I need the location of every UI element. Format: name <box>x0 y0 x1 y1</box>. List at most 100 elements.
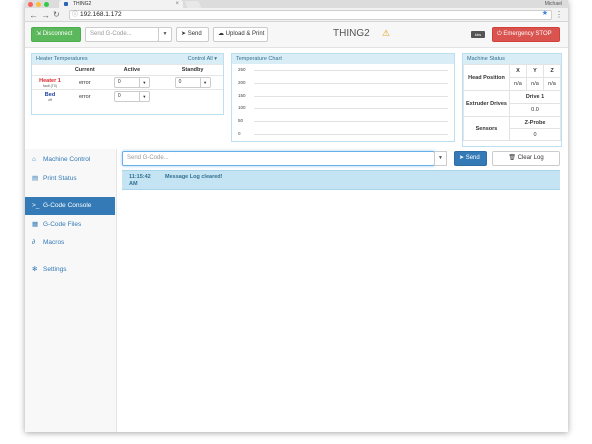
clear-log-label: Clear Log <box>517 155 544 161</box>
heater-active-cell: 0 ▼ <box>101 89 163 104</box>
control-all-dropdown[interactable]: Control All ▾ <box>188 54 217 64</box>
heater-state: fault (T0) <box>42 83 57 88</box>
sensors-label: Sensors <box>463 116 510 141</box>
link-icon: ∂ <box>32 239 36 246</box>
temp-chart-title: Temperature Chart <box>236 56 282 62</box>
heater-col-header: Standby <box>162 64 223 76</box>
console-send-button[interactable]: ➤ Send <box>454 151 487 166</box>
sidebar-item-macros[interactable]: ∂ Macros <box>25 234 115 252</box>
standby-temp-value: 0 <box>178 79 182 85</box>
sidebar-item-machine-control[interactable]: ⌂ Machine Control <box>25 151 115 169</box>
zprobe-label: Z-Probe <box>509 116 561 129</box>
axis-value: n/a <box>543 77 561 91</box>
app-topbar: ⇲ Disconnect Send G-Code... ▼ ➤ Send ☁ U… <box>25 22 568 48</box>
back-arrow-icon[interactable]: ← <box>29 9 38 21</box>
temperature-chart: 250 200 150 100 50 0 <box>232 64 454 141</box>
axis-value: n/a <box>526 77 544 91</box>
caret-down-icon[interactable]: ▼ <box>138 92 149 102</box>
sidebar-item-label: G-Code Console <box>43 202 92 209</box>
standby-temp-input[interactable]: 0 ▼ <box>174 77 211 88</box>
active-temp-value: 0 <box>117 79 121 85</box>
gridline <box>254 108 448 110</box>
y-tick-label: 50 <box>238 118 244 124</box>
y-tick-label: 100 <box>238 105 246 111</box>
window-controls <box>28 0 49 8</box>
gridline <box>254 121 448 123</box>
gcode-history-dropdown[interactable]: ▼ <box>158 27 172 42</box>
console-send-label: Send <box>465 155 480 161</box>
drive-label: Drive 1 <box>509 90 561 104</box>
heater-col-header <box>32 64 68 76</box>
address-bar[interactable]: ⓘ 192.168.1.172 ★ <box>69 10 552 20</box>
sidebar-item-gcode-files[interactable]: ▦ G-Code Files <box>25 216 115 234</box>
close-tab-icon[interactable]: × <box>175 0 179 8</box>
active-temp-input[interactable]: 0 ▼ <box>113 77 150 88</box>
sidebar-item-gcode-console[interactable]: >_ G-Code Console <box>25 197 115 215</box>
clear-log-button[interactable]: 🗑 Clear Log <box>492 151 560 166</box>
console-history-dropdown[interactable]: ▼ <box>434 151 447 166</box>
browser-tab-title: THING2 <box>73 1 92 7</box>
caret-down-icon[interactable]: ▼ <box>199 78 210 87</box>
heater-name-cell[interactable]: Bed off <box>32 89 68 104</box>
machine-status-panel: Machine Status Head Position X Y Z n/a n… <box>462 53 562 147</box>
sidebar-item-label: Print Status <box>43 175 77 182</box>
extruder-drives-label: Extruder Drives <box>463 90 510 117</box>
disconnect-button[interactable]: ⇲ Disconnect <box>31 27 81 42</box>
browser-user[interactable]: Michael <box>545 0 562 8</box>
sidebar: ⌂ Machine Control ▤ Print Status >_ G-Code … <box>25 149 117 432</box>
maximize-window-icon[interactable] <box>44 1 49 7</box>
heater-panel-title: Heater Temperatures <box>36 56 88 62</box>
y-tick-label: 200 <box>238 79 246 85</box>
upload-icon: ☁ <box>218 31 226 37</box>
heater-active-cell: 0 ▼ <box>101 75 163 90</box>
forward-arrow-icon[interactable]: → <box>41 9 50 21</box>
browser-tab-strip: THING2 × Michael <box>25 0 568 8</box>
gridline <box>254 82 448 84</box>
heater-col-header: Active <box>101 64 163 76</box>
upload-print-label: Upload & Print <box>225 31 265 37</box>
machine-status-title: Machine Status <box>467 56 505 62</box>
head-position-label: Head Position <box>463 64 510 91</box>
warning-icon: ⚠ <box>382 28 391 38</box>
emergency-stop-button[interactable]: ⏻ Emergency STOP <box>492 27 560 42</box>
favicon-icon <box>64 2 68 6</box>
new-tab-button[interactable] <box>184 1 202 8</box>
active-temp-input[interactable]: 0 ▼ <box>113 91 150 103</box>
sidebar-item-print-status[interactable]: ▤ Print Status <box>25 170 115 188</box>
log-time: 11:15:42 AM <box>129 174 151 187</box>
browser-tab[interactable]: THING2 × <box>59 0 183 8</box>
temp-chart-header: Temperature Chart <box>232 54 454 64</box>
console-gcode-input[interactable]: Send G-Code... <box>122 151 435 166</box>
caret-down-icon: ▼ <box>438 155 443 161</box>
sidebar-item-label: Settings <box>43 266 67 273</box>
caret-down-icon: ▼ <box>162 31 168 37</box>
info-icon[interactable]: ⓘ <box>72 11 78 19</box>
disconnect-icon: ⇲ <box>36 31 43 37</box>
axis-label: Z <box>543 64 561 78</box>
temperature-chart-panel: Temperature Chart 250 200 150 100 50 0 <box>231 53 455 142</box>
address-url: 192.168.1.172 <box>80 11 122 18</box>
sidebar-item-settings[interactable]: ✻ Settings <box>25 261 115 279</box>
heater-name-cell[interactable]: Heater 1 fault (T0) <box>32 75 68 90</box>
upload-print-button[interactable]: ☁ Upload & Print <box>213 27 268 42</box>
close-window-icon[interactable] <box>28 1 33 7</box>
control-all-label: Control All <box>187 56 213 62</box>
minimize-window-icon[interactable] <box>36 1 41 7</box>
gear-icon: ✻ <box>32 266 38 273</box>
heater-current: error <box>68 89 102 104</box>
heater-standby-cell: 0 ▼ <box>162 75 223 90</box>
reload-icon[interactable]: ↻ <box>53 9 60 21</box>
send-icon: ➤ <box>459 155 466 161</box>
terminal-icon: >_ <box>32 202 40 209</box>
sidebar-item-label: Macros <box>43 239 65 246</box>
caret-down-icon[interactable]: ▼ <box>138 78 149 87</box>
topbar-send-button[interactable]: ➤ Send <box>176 27 209 42</box>
axis-label: X <box>509 64 527 78</box>
browser-menu-icon[interactable]: ⋮ <box>555 9 563 21</box>
topbar-gcode-input[interactable]: Send G-Code... <box>85 27 159 42</box>
bookmark-star-icon[interactable]: ★ <box>542 10 548 18</box>
machine-status-header: Machine Status <box>463 54 561 64</box>
heater-standby-cell <box>162 89 223 104</box>
sidebar-item-label: G-Code Files <box>43 221 82 228</box>
y-tick-label: 250 <box>238 67 246 72</box>
